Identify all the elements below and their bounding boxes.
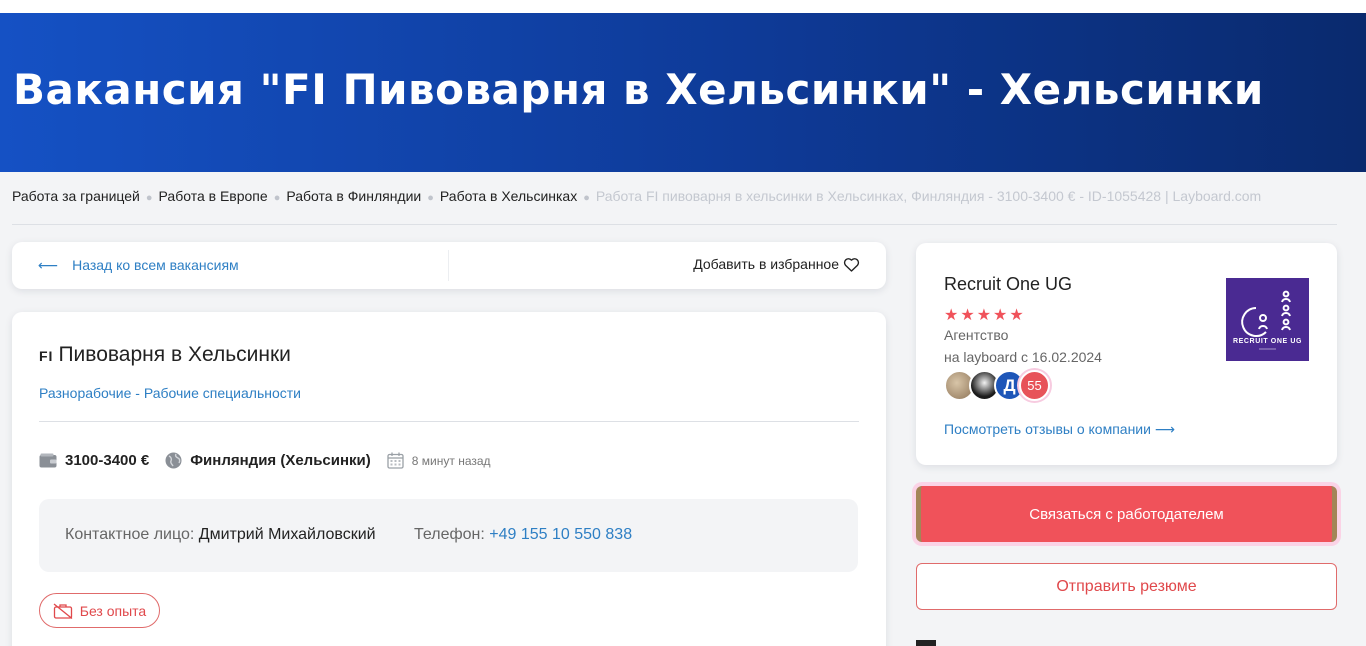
job-title-text: Пивоварня в Хельсинки: [58, 343, 291, 366]
company-card: Recruit One UG ★★★★★ Агентство на layboa…: [916, 243, 1337, 465]
star-icon: ★: [960, 307, 977, 324]
location-value: Финляндия (Хельсинки): [190, 452, 371, 469]
contact-person-label: Контактное лицо:: [65, 526, 195, 543]
calendar-icon: [387, 452, 404, 469]
contact-employer-button[interactable]: Связаться с работодателем: [916, 486, 1337, 542]
send-resume-button[interactable]: Отправить резюме: [916, 563, 1337, 610]
star-icon: ★: [944, 307, 961, 324]
experience-badge-label: Без опыта: [79, 602, 147, 619]
divider: [12, 224, 1337, 225]
page-title: Вакансия "FI Пивоварня в Хельсинки" - Хе…: [13, 65, 1264, 114]
breadcrumb: Работа за границей ● Работа в Европе ● Работ…: [12, 188, 1342, 204]
contact-phone: Телефон: +49 155 10 550 838: [414, 526, 632, 544]
back-to-jobs-link[interactable]: ⟵ Назад ко всем вакансиям: [38, 257, 239, 274]
company-reviews-link[interactable]: Посмотреть отзывы о компании ⟶: [944, 421, 1175, 438]
location: Финляндия (Хельсинки): [165, 452, 371, 469]
arrow-left-icon: ⟵: [38, 257, 59, 273]
phone-label: Телефон:: [414, 526, 485, 543]
company-type: Агентство: [944, 327, 1009, 343]
divider: [448, 250, 449, 281]
logo-text: RECRUIT ONE UG: [1233, 338, 1302, 345]
company-logo[interactable]: RECRUIT ONE UG: [1226, 278, 1309, 361]
breadcrumb-item-europe[interactable]: Работа в Европе: [159, 188, 268, 204]
phone-link[interactable]: +49 155 10 550 838: [489, 526, 632, 543]
contact-person-name: Дмитрий Михайловский: [198, 526, 376, 543]
job-meta: 3100-3400 € Финляндия (Хельсинки) 8 мину…: [39, 452, 507, 469]
top-strip: [0, 0, 1366, 13]
heart-icon: [843, 257, 860, 272]
job-details-card: FI Пивоварня в Хельсинки Разнорабочие - Р…: [12, 312, 886, 646]
rating-stars: ★★★★★: [944, 305, 1026, 325]
salary: 3100-3400 €: [39, 452, 149, 469]
star-icon: ★: [976, 307, 994, 324]
breadcrumb-separator: ●: [145, 192, 153, 204]
job-title: FI Пивоварня в Хельсинки: [39, 343, 291, 367]
posted-time-value: 8 минут назад: [411, 453, 491, 468]
wallet-icon: [39, 453, 57, 468]
contact-box: Контактное лицо: Дмитрий Михайловский Те…: [39, 499, 858, 572]
star-icon: ★: [1009, 307, 1026, 324]
star-icon: ★: [993, 307, 1010, 324]
add-favorite-label: Добавить в избранное: [693, 256, 839, 272]
breadcrumb-current: Работа FI пивоварня в хельсинки в Хельси…: [595, 188, 1262, 204]
breadcrumb-separator: ●: [273, 192, 281, 204]
globe-icon: [165, 452, 182, 469]
page-hero: Вакансия "FI Пивоварня в Хельсинки" - Хе…: [0, 13, 1366, 172]
posted-time: 8 минут назад: [387, 452, 491, 469]
breadcrumb-item-helsinki[interactable]: Работа в Хельсинках: [440, 188, 577, 204]
breadcrumb-separator: ●: [427, 192, 434, 204]
divider: [39, 421, 859, 422]
back-to-jobs-label: Назад ко всем вакансиям: [72, 257, 239, 273]
reviews-count-badge: 55: [1019, 370, 1050, 401]
job-category-link[interactable]: Разнорабочие - Рабочие специальности: [39, 385, 301, 401]
company-since: на layboard с 16.02.2024: [944, 349, 1102, 365]
no-experience-icon: [53, 602, 73, 619]
contact-person: Контактное лицо: Дмитрий Михайловский: [65, 526, 376, 544]
company-name: Recruit One UG: [944, 274, 1073, 294]
add-favorite-button[interactable]: Добавить в избранное: [693, 256, 860, 272]
experience-badge: Без опыта: [39, 593, 160, 628]
breadcrumb-separator: ●: [583, 192, 590, 204]
job-nav-bar: ⟵ Назад ко всем вакансиям Добавить в избр…: [12, 242, 886, 289]
reviewer-avatars[interactable]: Д 55: [944, 370, 1050, 402]
section-heading-fragment: [916, 640, 936, 646]
flag-code: FI: [39, 348, 54, 364]
breadcrumb-item-finland[interactable]: Работа в Финляндии: [286, 188, 421, 204]
salary-value: 3100-3400 €: [65, 452, 150, 469]
breadcrumb-item-abroad[interactable]: Работа за границей: [12, 188, 140, 204]
